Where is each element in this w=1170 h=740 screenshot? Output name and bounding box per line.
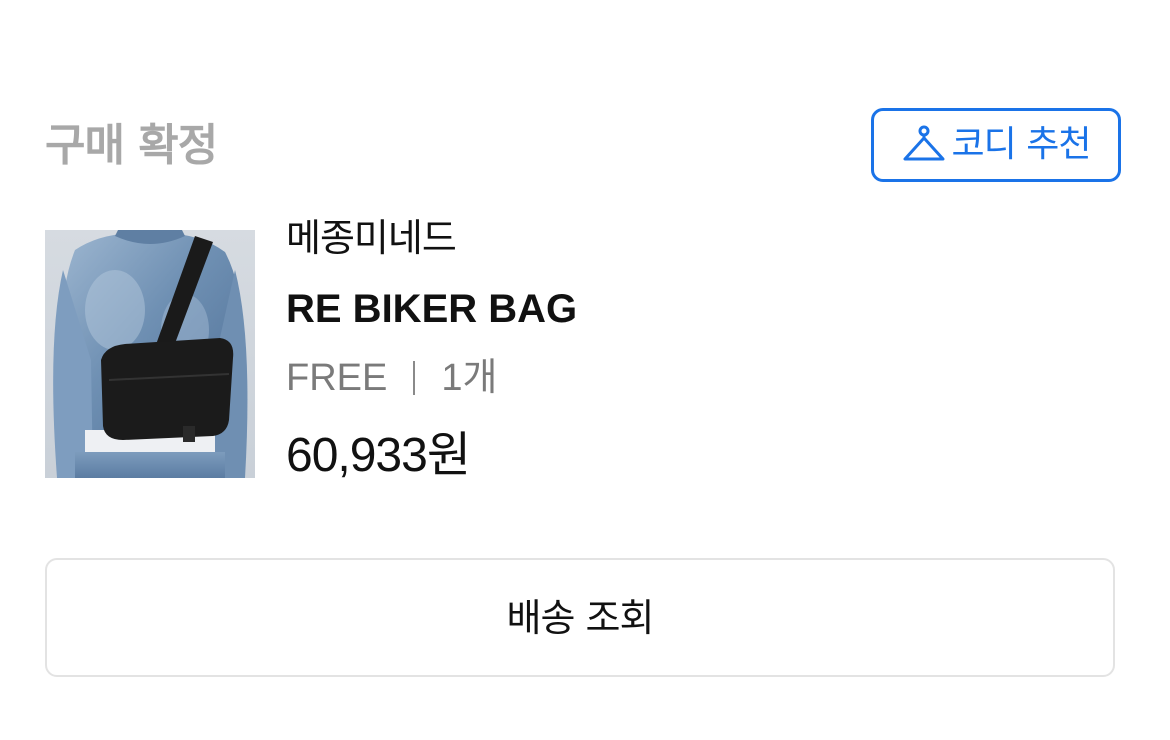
codi-recommend-button[interactable]: 코디 추천: [871, 108, 1121, 182]
track-delivery-label: 배송 조회: [506, 595, 655, 640]
product-options: FREE 1개: [286, 354, 497, 402]
hanger-icon: [902, 125, 946, 165]
track-delivery-button[interactable]: 배송 조회: [45, 558, 1115, 677]
product-quantity: 1개: [441, 357, 498, 399]
product-brand[interactable]: 메종미네드: [286, 214, 457, 262]
product-name[interactable]: RE BIKER BAG: [286, 284, 577, 334]
order-status-title: 구매 확정: [45, 120, 218, 171]
product-thumbnail[interactable]: [45, 230, 255, 478]
codi-recommend-label: 코디 추천: [951, 124, 1092, 165]
option-divider: [413, 361, 416, 395]
product-option: FREE: [286, 357, 388, 399]
product-price: 60,933원: [286, 429, 471, 482]
